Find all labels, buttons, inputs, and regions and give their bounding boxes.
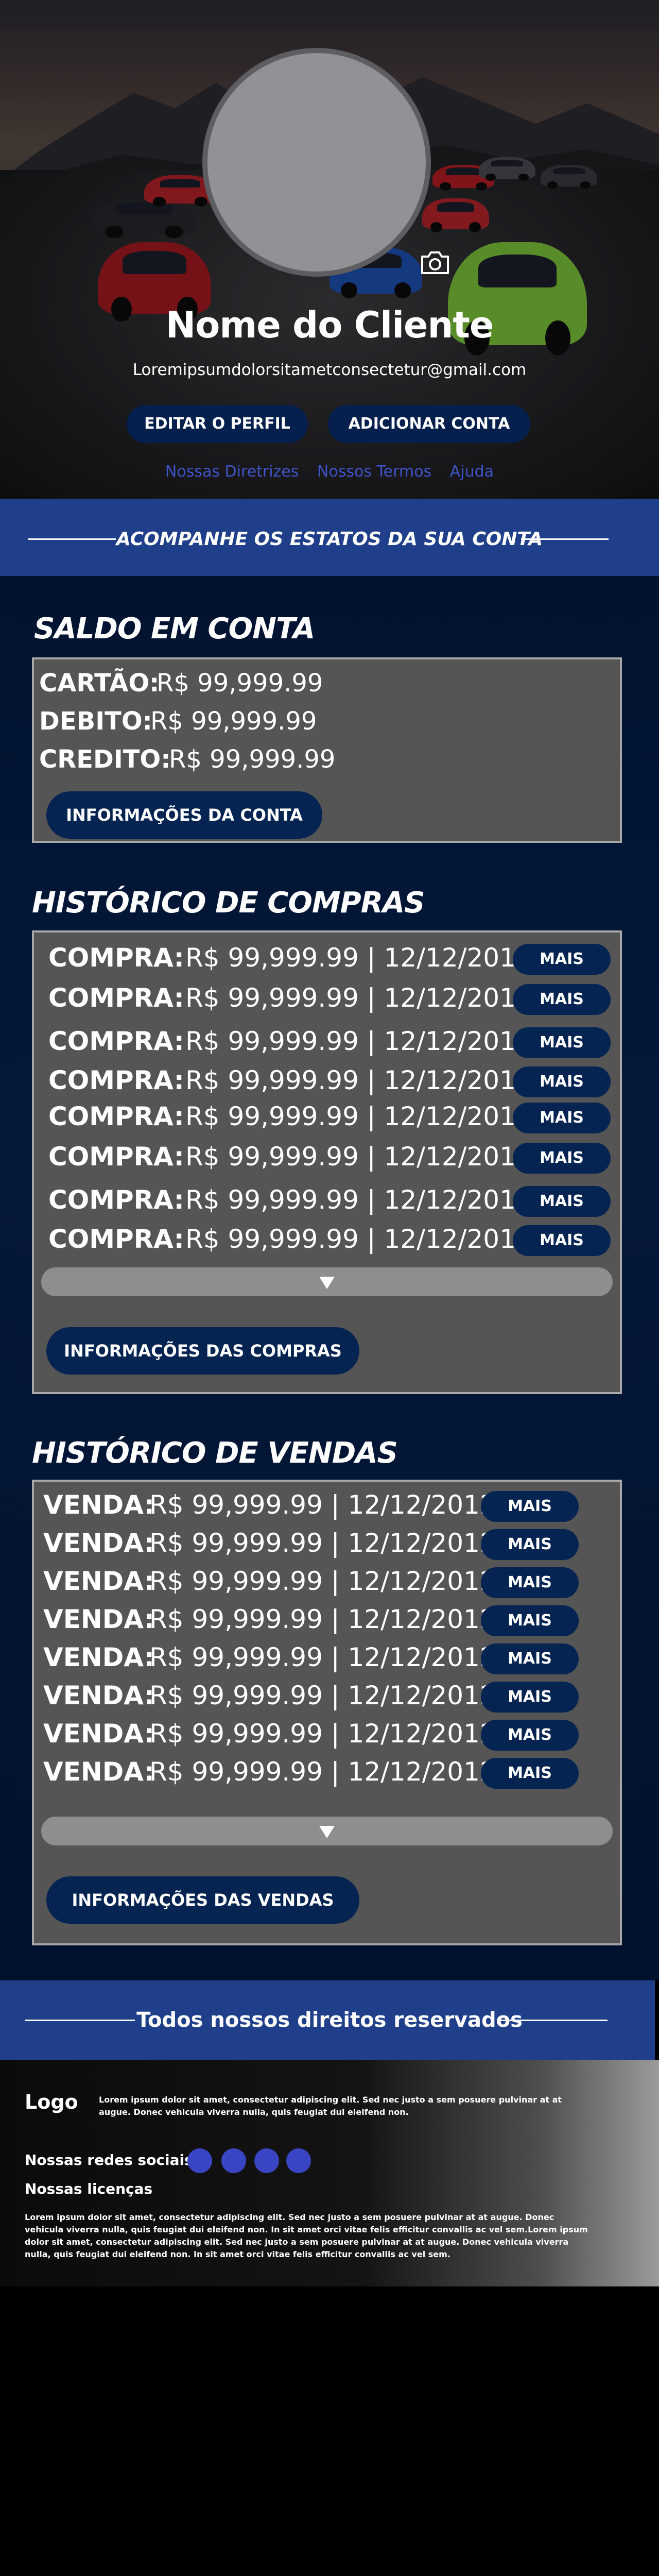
licenses-text: Lorem ipsum dolor sit amet, consectetur … (25, 2212, 588, 2259)
purchase-label: COMPRA: (48, 1065, 184, 1095)
terms-link[interactable]: Nossos Termos (317, 463, 431, 481)
account-info-button[interactable]: INFORMAÇÕES DA CONTA (46, 791, 322, 839)
account-content: SALDO EM CONTA CARTÃO: R$ 99,999.99 DEBI… (0, 576, 659, 1980)
sale-value: R$ 99,999.99 | 12/12/2012 (149, 1642, 496, 1672)
sale-label: VENDA: (43, 1719, 154, 1749)
sale-more-button[interactable]: MAIS (481, 1643, 579, 1674)
sale-label: VENDA: (43, 1681, 154, 1710)
social-heading: Nossas redes sociais (25, 2151, 193, 2168)
edit-profile-button[interactable]: EDITAR O PERFIL (127, 405, 308, 443)
footer-logo[interactable]: Logo (25, 2091, 78, 2113)
purchase-label: COMPRA: (48, 1224, 184, 1254)
purchase-more-button[interactable]: MAIS (513, 1186, 611, 1217)
purchase-more-button[interactable]: MAIS (513, 1143, 611, 1174)
rights-banner: Todos nossos direitos reservados (0, 1980, 655, 2060)
camera-icon[interactable] (419, 249, 451, 276)
guidelines-link[interactable]: Nossas Diretrizes (165, 463, 299, 481)
sale-label: VENDA: (43, 1528, 154, 1558)
social-link-icon[interactable] (187, 2148, 212, 2173)
sale-more-button[interactable]: MAIS (481, 1720, 579, 1751)
social-link-icon[interactable] (286, 2148, 311, 2173)
purchase-value: R$ 99,999.99 | 12/12/2012 (185, 1101, 532, 1131)
purchase-value: R$ 99,999.99 | 12/12/2012 (185, 1185, 532, 1215)
purchase-label: COMPRA: (48, 1101, 184, 1131)
footer: Logo Lorem ipsum dolor sit amet, consect… (0, 2060, 659, 2286)
sale-more-button[interactable]: MAIS (481, 1491, 579, 1522)
sale-label: VENDA: (43, 1604, 154, 1634)
purchase-more-button[interactable]: MAIS (513, 1027, 611, 1058)
balance-label: CARTÃO: (39, 669, 160, 698)
purchase-more-button[interactable]: MAIS (513, 1103, 611, 1133)
sales-panel: VENDA: R$ 99,999.99 | 12/12/2012 MAIS VE… (32, 1480, 622, 1945)
purchase-label: COMPRA: (48, 1142, 184, 1172)
purchase-label: COMPRA: (48, 983, 184, 1013)
purchase-more-button[interactable]: MAIS (513, 1225, 611, 1256)
balance-value: R$ 99,999.99 (169, 745, 336, 774)
sale-more-button[interactable]: MAIS (481, 1605, 579, 1636)
purchases-info-button[interactable]: INFORMAÇÕES DAS COMPRAS (46, 1327, 359, 1375)
purchase-label: COMPRA: (48, 1026, 184, 1056)
purchase-more-button[interactable]: MAIS (513, 944, 611, 975)
purchase-value: R$ 99,999.99 | 12/12/2012 (185, 1026, 532, 1056)
purchase-label: COMPRA: (48, 1185, 184, 1215)
sale-value: R$ 99,999.99 | 12/12/2012 (149, 1681, 496, 1710)
avatar[interactable] (202, 48, 431, 277)
purchase-label: COMPRA: (48, 943, 184, 973)
help-link[interactable]: Ajuda (450, 463, 494, 481)
social-link-icon[interactable] (221, 2148, 246, 2173)
sale-label: VENDA: (43, 1490, 154, 1520)
balance-title: SALDO EM CONTA (34, 612, 315, 646)
sale-value: R$ 99,999.99 | 12/12/2012 (149, 1490, 496, 1520)
sale-label: VENDA: (43, 1642, 154, 1672)
licenses-heading: Nossas licenças (25, 2180, 153, 2197)
rights-banner-title: Todos nossos direitos reservados (136, 2008, 523, 2032)
sale-more-button[interactable]: MAIS (481, 1682, 579, 1713)
purchase-value: R$ 99,999.99 | 12/12/2012 (185, 943, 532, 973)
sale-label: VENDA: (43, 1566, 154, 1596)
client-name: Nome do Cliente (165, 304, 494, 346)
balance-label: CREDITO: (39, 745, 171, 774)
purchase-value: R$ 99,999.99 | 12/12/2012 (185, 1224, 532, 1254)
balance-value: R$ 99,999.99 (150, 707, 317, 736)
balance-label: DEBITO: (39, 707, 152, 736)
sale-value: R$ 99,999.99 | 12/12/2012 (149, 1757, 496, 1787)
purchases-scroll-bar[interactable] (41, 1267, 613, 1296)
purchase-value: R$ 99,999.99 | 12/12/2012 (185, 1142, 532, 1172)
triangle-down-icon (319, 1277, 335, 1289)
sale-value: R$ 99,999.99 | 12/12/2012 (149, 1528, 496, 1558)
sale-value: R$ 99,999.99 | 12/12/2012 (149, 1719, 496, 1749)
sale-more-button[interactable]: MAIS (481, 1758, 579, 1789)
sale-value: R$ 99,999.99 | 12/12/2012 (149, 1566, 496, 1596)
balance-panel: CARTÃO: R$ 99,999.99 DEBITO: R$ 99,999.9… (32, 657, 622, 843)
footer-intro-text: Lorem ipsum dolor sit amet, consectetur … (99, 2095, 562, 2117)
sale-value: R$ 99,999.99 | 12/12/2012 (149, 1604, 496, 1634)
purchase-value: R$ 99,999.99 | 12/12/2012 (185, 1065, 532, 1095)
sale-more-button[interactable]: MAIS (481, 1529, 579, 1560)
footer-links: Nossas Diretrizes Nossos Termos Ajuda (0, 463, 659, 481)
profile-hero: Nome do Cliente Loremipsumdolorsitametco… (0, 0, 659, 499)
client-email: Loremipsumdolorsitametconsectetur@gmail.… (132, 361, 527, 379)
sale-more-button[interactable]: MAIS (481, 1567, 579, 1598)
balance-value: R$ 99,999.99 (157, 669, 323, 698)
purchases-panel: COMPRA: R$ 99,999.99 | 12/12/2012 MAIS C… (32, 930, 622, 1394)
add-account-button[interactable]: ADICIONAR CONTA (328, 405, 530, 443)
status-banner-title: ACOMPANHE OS ESTATOS DA SUA CONTA (116, 529, 543, 550)
status-banner: ACOMPANHE OS ESTATOS DA SUA CONTA (0, 499, 659, 576)
purchase-more-button[interactable]: MAIS (513, 984, 611, 1015)
triangle-down-icon (319, 1826, 335, 1838)
social-link-icon[interactable] (254, 2148, 279, 2173)
purchase-value: R$ 99,999.99 | 12/12/2012 (185, 983, 532, 1013)
purchases-title: HISTÓRICO DE COMPRAS (32, 886, 425, 920)
sales-info-button[interactable]: INFORMAÇÕES DAS VENDAS (46, 1876, 359, 1924)
sales-title: HISTÓRICO DE VENDAS (32, 1436, 398, 1470)
sales-scroll-bar[interactable] (41, 1817, 613, 1845)
sale-label: VENDA: (43, 1757, 154, 1787)
purchase-more-button[interactable]: MAIS (513, 1066, 611, 1097)
